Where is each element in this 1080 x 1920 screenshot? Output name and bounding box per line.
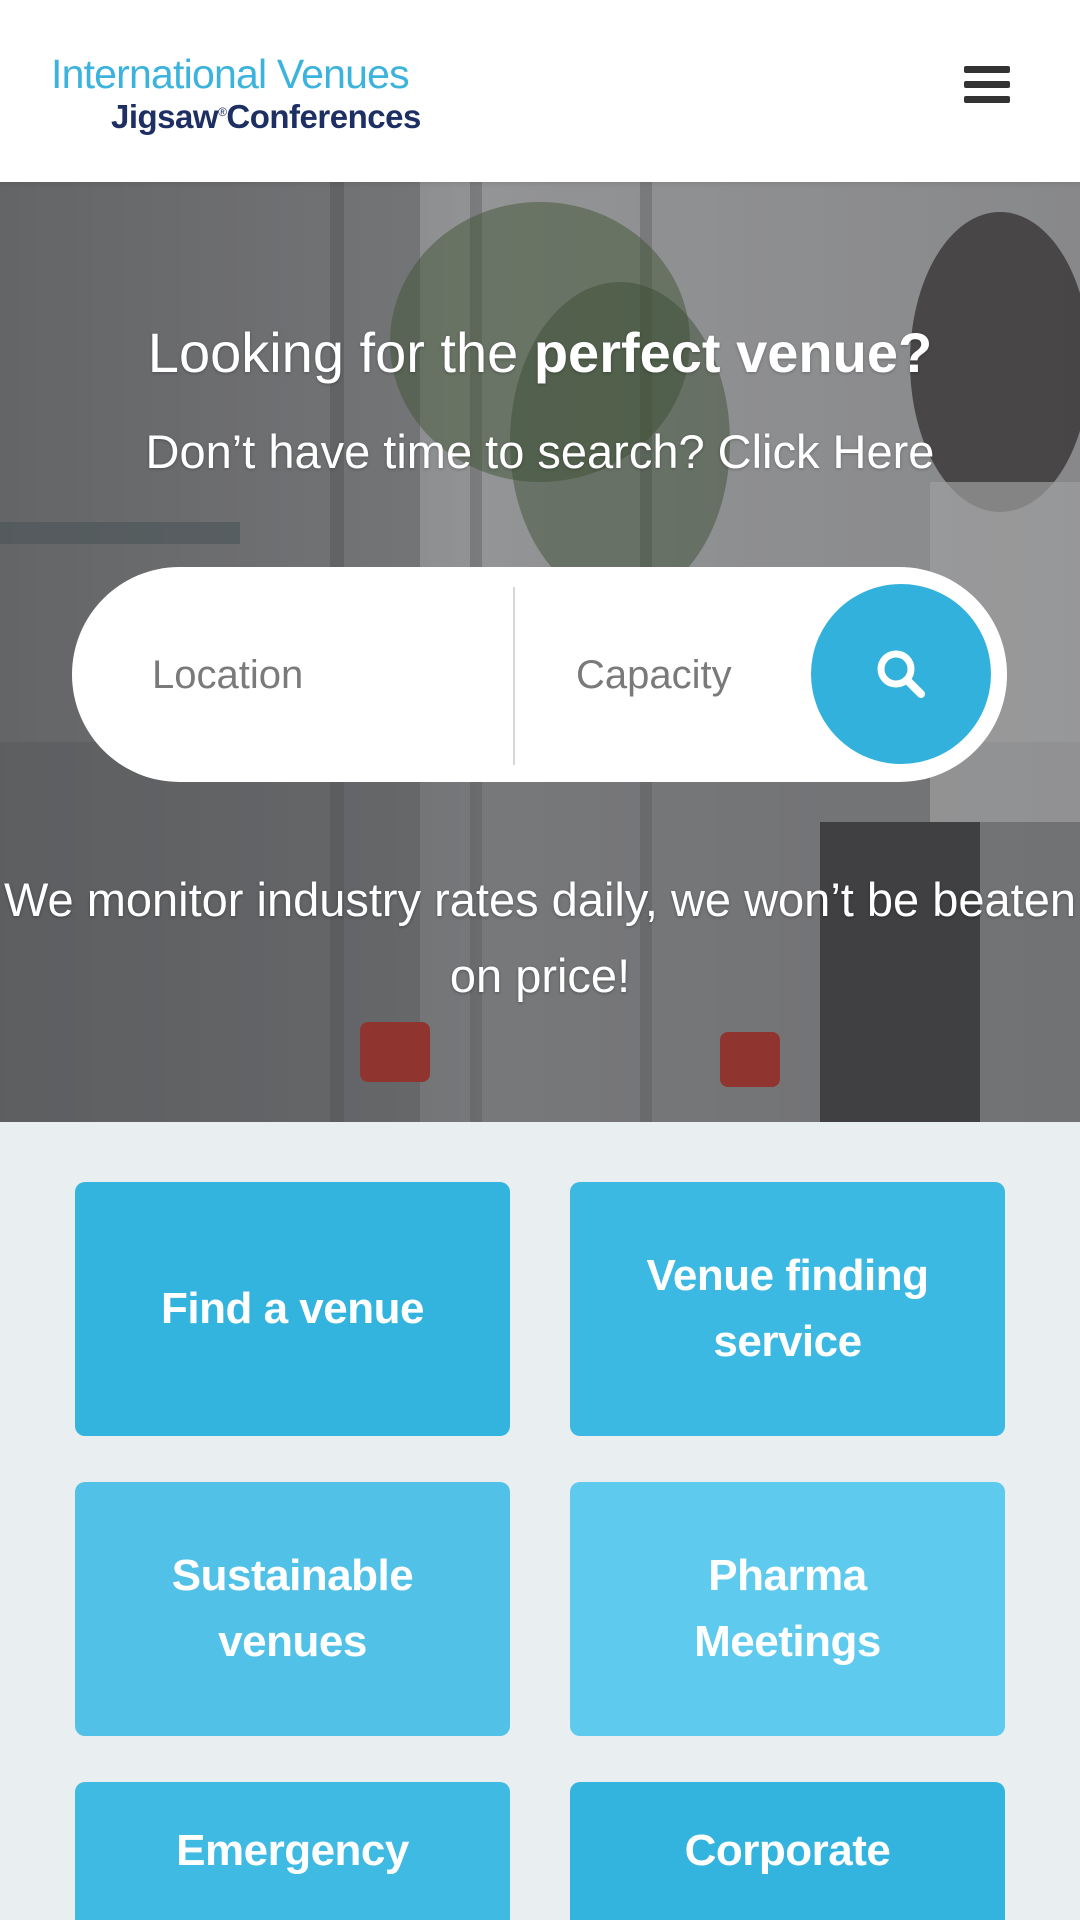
location-input[interactable] [150, 567, 484, 784]
hero-title-light: Looking for the [147, 321, 534, 384]
hero-title-bold: perfect venue? [533, 321, 933, 384]
logo-line-jigsaw-conferences: Jigsaw®Conferences [111, 92, 421, 137]
logo-jigsaw: Jigsaw [111, 98, 219, 135]
search-button[interactable] [811, 584, 991, 764]
tile-label-line-1: Emergency [176, 1826, 409, 1875]
price-promise-line-2: on price! [449, 949, 631, 1002]
tile-corporate[interactable]: Corporate [570, 1782, 1005, 1920]
tile-find-a-venue[interactable]: Find a venue [75, 1182, 510, 1436]
capacity-input[interactable] [574, 567, 848, 784]
tile-label-line-2: venues [218, 1617, 367, 1666]
search-divider [513, 587, 515, 765]
search-bar [72, 567, 1007, 784]
price-promise-line-1: We monitor industry rates daily, we won’… [4, 873, 1076, 926]
tile-emergency[interactable]: Emergency [75, 1782, 510, 1920]
site-header: International Venues Jigsaw®Conferences [0, 0, 1080, 182]
tile-label-line-2: Meetings [694, 1617, 881, 1666]
logo-line-international-venues: International Venues [51, 51, 410, 97]
tile-sustainable-venues[interactable]: Sustainable venues [75, 1482, 510, 1736]
search-icon [877, 650, 925, 698]
tile-pharma-meetings[interactable]: Pharma Meetings [570, 1482, 1005, 1736]
tile-label-line-1: Sustainable [171, 1551, 414, 1600]
hamburger-menu-icon[interactable] [958, 60, 1018, 110]
site-logo[interactable]: International Venues Jigsaw®Conferences [51, 50, 421, 140]
hero-section: Looking for the perfect venue? Don’t hav… [0, 182, 1080, 1122]
logo-conferences: Conferences [226, 98, 421, 135]
tile-label-line-2: service [713, 1317, 862, 1366]
price-promise-text: We monitor industry rates daily, we won’… [0, 862, 1080, 1014]
hero-click-here-link[interactable]: Don’t have time to search? Click Here [0, 422, 1080, 482]
tile-label: Find a venue [161, 1284, 424, 1333]
tile-label-line-1: Venue finding [646, 1251, 929, 1300]
hero-title: Looking for the perfect venue? [0, 318, 1080, 388]
tile-label-line-1: Corporate [684, 1826, 891, 1875]
tile-label-line-1: Pharma [708, 1551, 867, 1600]
tile-venue-finding-service[interactable]: Venue finding service [570, 1182, 1005, 1436]
